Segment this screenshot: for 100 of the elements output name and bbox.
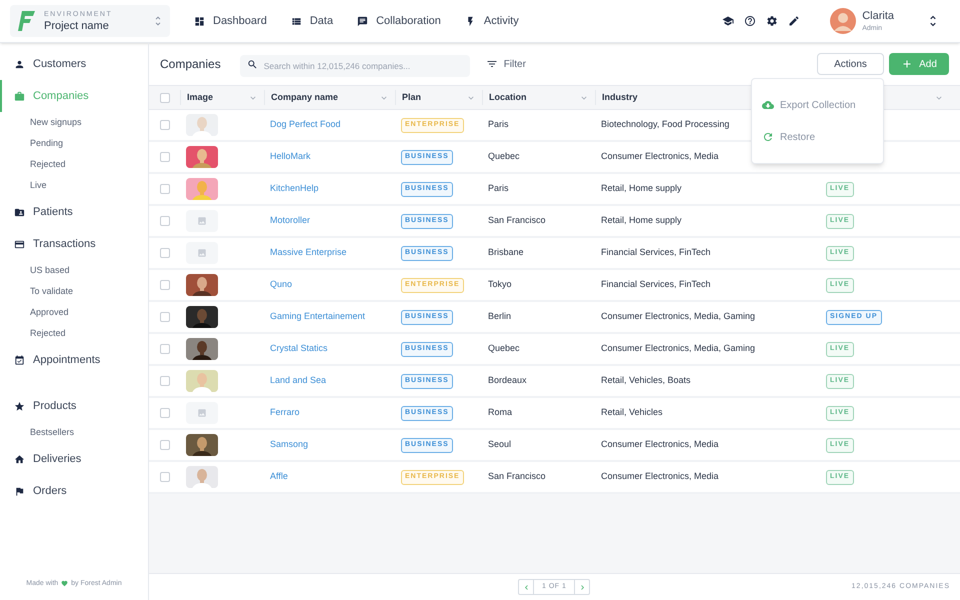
column-header[interactable]: Company name	[271, 90, 338, 104]
table-cell: Berlin	[488, 311, 512, 322]
checkbox[interactable]	[160, 152, 170, 162]
checkbox[interactable]	[160, 216, 170, 226]
company-link[interactable]: HelloMark	[270, 151, 311, 162]
checkbox[interactable]	[160, 408, 170, 418]
company-link[interactable]: Gaming Entertainement	[270, 311, 366, 322]
image-icon	[197, 248, 207, 258]
checkbox[interactable]	[160, 280, 170, 290]
nav-tab[interactable]: Activity	[464, 12, 519, 30]
sidebar-subitem[interactable]: US based	[0, 260, 148, 281]
company-link[interactable]: Land and Sea	[270, 375, 326, 386]
checkbox[interactable]	[160, 344, 170, 354]
table-cell: Consumer Electronics, Media	[601, 151, 719, 162]
table-cell: Retail, Vehicles, Boats	[601, 375, 691, 386]
chat-icon	[357, 16, 368, 26]
sidebar-subitem[interactable]: Approved	[0, 302, 148, 323]
user-name: Clarita	[862, 10, 894, 22]
checkbox[interactable]	[160, 184, 170, 194]
table-cell: Tokyo	[488, 279, 512, 290]
sidebar-item[interactable]: Deliveries	[0, 443, 148, 475]
graduation-cap-icon[interactable]	[722, 15, 734, 27]
sidebar-item[interactable]: Patients	[0, 196, 148, 228]
nav-tab[interactable]: Dashboard	[194, 12, 267, 30]
checkbox[interactable]	[160, 248, 170, 258]
sidebar-subitem[interactable]: Bestsellers	[0, 422, 148, 443]
company-link[interactable]: Samsong	[270, 439, 308, 450]
table-cell: Retail, Vehicles	[601, 407, 663, 418]
home-icon	[14, 454, 25, 464]
column-header[interactable]: Industry	[602, 90, 638, 104]
dashboard-icon	[194, 16, 205, 26]
nav-tab[interactable]: Data	[290, 12, 334, 30]
checkbox[interactable]	[160, 92, 170, 102]
page-title: Companies	[160, 56, 221, 73]
checkbox[interactable]	[160, 472, 170, 482]
pen-icon[interactable]	[788, 15, 800, 27]
sidebar-subitem[interactable]: Rejected	[0, 323, 148, 344]
settings-icon[interactable]	[766, 15, 778, 27]
table-cell: San Francisco	[488, 215, 546, 226]
table-cell: Paris	[488, 183, 509, 194]
company-link[interactable]: Ferraro	[270, 407, 300, 418]
sidebar-subitem[interactable]: Rejected	[0, 154, 148, 175]
image-icon	[197, 408, 207, 418]
plus-icon	[901, 58, 914, 70]
company-link[interactable]: Motoroller	[270, 215, 310, 226]
search-field[interactable]: Search within 12,015,246 companies...	[240, 55, 470, 77]
cloud-icon	[762, 99, 774, 111]
checkbox[interactable]	[160, 120, 170, 130]
filter-icon	[486, 58, 498, 70]
company-link[interactable]: Affle	[270, 471, 288, 482]
company-link[interactable]: Quno	[270, 279, 292, 290]
flag-icon	[14, 486, 25, 496]
sidebar-item[interactable]: Appointments	[0, 344, 148, 376]
credit-card-icon	[14, 238, 25, 250]
sidebar-item[interactable]: Products	[0, 390, 148, 422]
list-icon	[290, 16, 302, 26]
menu-item[interactable]: Restore	[752, 121, 883, 153]
table-cell: Paris	[488, 119, 509, 130]
person-icon	[14, 58, 25, 70]
table-cell: Consumer Electronics, Media, Gaming	[601, 311, 756, 322]
company-link[interactable]: Massive Enterprise	[270, 247, 347, 258]
company-link[interactable]: Crystal Statics	[270, 343, 328, 354]
actions-button[interactable]: Actions	[817, 53, 884, 75]
table-cell: Brisbane	[488, 247, 524, 258]
table-cell: San Francisco	[488, 471, 546, 482]
column-header[interactable]: Plan	[402, 90, 422, 104]
sidebar-item[interactable]: Customers	[0, 48, 148, 80]
table-cell: Quebec	[488, 151, 520, 162]
checkbox[interactable]	[160, 312, 170, 322]
table-cell: Consumer Electronics, Media	[601, 471, 719, 482]
table-cell: Consumer Electronics, Media	[601, 439, 719, 450]
refresh-icon	[762, 131, 774, 143]
filter-button[interactable]: Filter	[486, 56, 526, 72]
checkbox[interactable]	[160, 440, 170, 450]
column-header[interactable]: Image	[187, 90, 214, 104]
sidebar-subitem[interactable]: Live	[0, 175, 148, 196]
menu-item[interactable]: Export Collection	[752, 89, 883, 121]
company-link[interactable]: Dog Perfect Food	[270, 119, 341, 130]
table-cell: Bordeaux	[488, 375, 527, 386]
sidebar-subitem[interactable]: Pending	[0, 133, 148, 154]
sidebar-subitem[interactable]: To validate	[0, 281, 148, 302]
sidebar-item[interactable]: Transactions	[0, 228, 148, 260]
project-name: Project name	[44, 20, 110, 32]
briefcase-icon	[14, 90, 25, 102]
sidebar-subitem[interactable]: New signups	[0, 112, 148, 133]
avatar[interactable]	[830, 8, 856, 34]
nav-tab[interactable]: Collaboration	[357, 12, 441, 30]
table-cell: Roma	[488, 407, 512, 418]
heart-icon	[61, 580, 68, 588]
sidebar-item[interactable]: Orders	[0, 475, 148, 507]
table-cell: Financial Services, FinTech	[601, 279, 711, 290]
table-cell: Seoul	[488, 439, 512, 450]
help-icon[interactable]	[744, 15, 756, 27]
table-cell: Financial Services, FinTech	[601, 247, 711, 258]
table-cell: Consumer Electronics, Media, Gaming	[601, 343, 756, 354]
checkbox[interactable]	[160, 376, 170, 386]
column-header[interactable]: Location	[489, 90, 526, 104]
table-cell: Quebec	[488, 343, 520, 354]
company-link[interactable]: KitchenHelp	[270, 183, 319, 194]
table-cell: Retail, Home supply	[601, 183, 682, 194]
